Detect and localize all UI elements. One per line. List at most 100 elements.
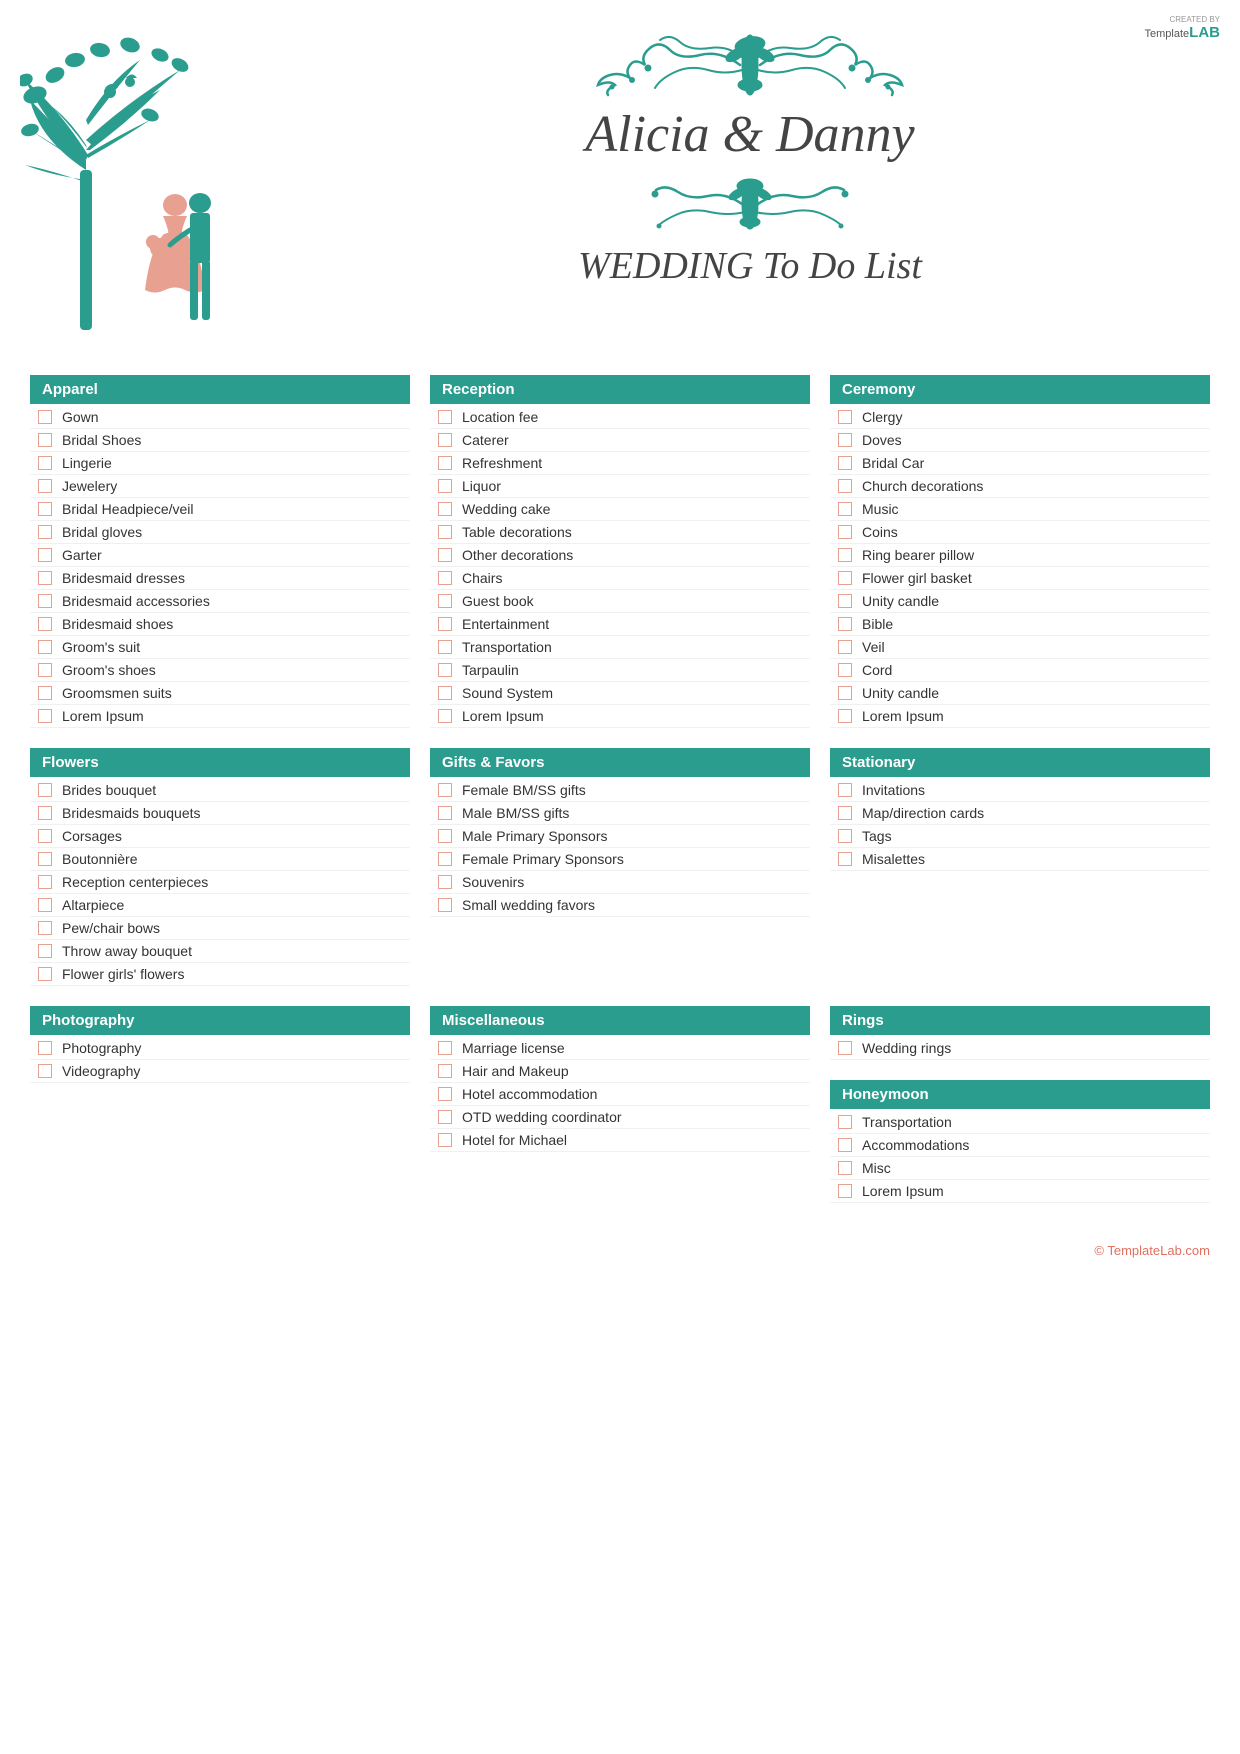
checkbox[interactable] <box>838 709 852 723</box>
list-item: Jewelery <box>30 475 410 498</box>
list-item: Bridal Car <box>830 452 1210 475</box>
list-item: Misc <box>830 1157 1210 1180</box>
checkbox[interactable] <box>838 806 852 820</box>
checkbox[interactable] <box>38 548 52 562</box>
checkbox[interactable] <box>438 829 452 843</box>
checkbox[interactable] <box>438 1064 452 1078</box>
checkbox[interactable] <box>438 617 452 631</box>
checkbox[interactable] <box>438 852 452 866</box>
checkbox[interactable] <box>38 875 52 889</box>
list-item-label: Lorem Ipsum <box>862 708 944 724</box>
list-item-label: Lorem Ipsum <box>62 708 144 724</box>
checkbox[interactable] <box>438 502 452 516</box>
checkbox[interactable] <box>838 1041 852 1055</box>
category-header-flowers: Flowers <box>30 748 410 777</box>
checkbox[interactable] <box>38 967 52 981</box>
checkbox[interactable] <box>838 525 852 539</box>
checkbox[interactable] <box>38 433 52 447</box>
checkbox[interactable] <box>38 829 52 843</box>
checkbox[interactable] <box>38 617 52 631</box>
list-item: Bridesmaids bouquets <box>30 802 410 825</box>
checkbox[interactable] <box>838 502 852 516</box>
checkbox[interactable] <box>438 479 452 493</box>
checkbox[interactable] <box>838 456 852 470</box>
checkbox[interactable] <box>838 663 852 677</box>
list-item: Bridal gloves <box>30 521 410 544</box>
checkbox[interactable] <box>38 640 52 654</box>
list-item: Wedding rings <box>830 1037 1210 1060</box>
checkbox[interactable] <box>38 502 52 516</box>
checkbox[interactable] <box>38 571 52 585</box>
checkbox[interactable] <box>838 617 852 631</box>
footer: © TemplateLab.com <box>0 1233 1240 1273</box>
checkbox[interactable] <box>438 1087 452 1101</box>
checkbox[interactable] <box>38 479 52 493</box>
checkbox[interactable] <box>438 456 452 470</box>
checkbox[interactable] <box>438 663 452 677</box>
checkbox[interactable] <box>38 663 52 677</box>
checkbox[interactable] <box>438 898 452 912</box>
checkbox[interactable] <box>438 433 452 447</box>
checkbox[interactable] <box>38 525 52 539</box>
checkbox[interactable] <box>838 640 852 654</box>
checkbox[interactable] <box>438 594 452 608</box>
checkbox[interactable] <box>38 410 52 424</box>
checkbox[interactable] <box>838 410 852 424</box>
checkbox[interactable] <box>38 594 52 608</box>
checkbox[interactable] <box>38 852 52 866</box>
checkbox[interactable] <box>838 783 852 797</box>
list-item: Lorem Ipsum <box>830 1180 1210 1203</box>
checkbox[interactable] <box>838 571 852 585</box>
checkbox[interactable] <box>38 1041 52 1055</box>
checkbox[interactable] <box>38 898 52 912</box>
checkbox[interactable] <box>438 548 452 562</box>
checkbox[interactable] <box>38 1064 52 1078</box>
ornament-top-icon <box>560 30 940 100</box>
list-item: Refreshment <box>430 452 810 475</box>
list-item: Male Primary Sponsors <box>430 825 810 848</box>
list-item: Wedding cake <box>430 498 810 521</box>
list-item-label: Photography <box>62 1040 141 1056</box>
checkbox[interactable] <box>438 571 452 585</box>
checkbox[interactable] <box>38 456 52 470</box>
checkbox[interactable] <box>438 1110 452 1124</box>
list-item-label: Bridal Headpiece/veil <box>62 501 194 517</box>
list-item-label: Sound System <box>462 685 553 701</box>
list-item-label: Flower girl basket <box>862 570 972 586</box>
list-item-label: Brides bouquet <box>62 782 156 798</box>
checkbox[interactable] <box>438 525 452 539</box>
checkbox[interactable] <box>438 709 452 723</box>
checkbox[interactable] <box>838 1184 852 1198</box>
checkbox[interactable] <box>838 1161 852 1175</box>
checkbox[interactable] <box>38 709 52 723</box>
header-right: Alicia & Danny WEDDING To Do List <box>300 20 1200 293</box>
list-item-label: Corsages <box>62 828 122 844</box>
checkbox[interactable] <box>438 806 452 820</box>
checkbox[interactable] <box>838 1115 852 1129</box>
list-item-label: Groomsmen suits <box>62 685 172 701</box>
checkbox[interactable] <box>438 410 452 424</box>
checkbox[interactable] <box>838 548 852 562</box>
checkbox[interactable] <box>438 875 452 889</box>
checkbox[interactable] <box>38 806 52 820</box>
checkbox[interactable] <box>438 1041 452 1055</box>
checkbox[interactable] <box>838 479 852 493</box>
checkbox[interactable] <box>838 1138 852 1152</box>
checkbox[interactable] <box>838 852 852 866</box>
category-miscellaneous: MiscellaneousMarriage licenseHair and Ma… <box>430 1006 810 1152</box>
checkbox[interactable] <box>438 1133 452 1147</box>
checkbox[interactable] <box>838 594 852 608</box>
checkbox[interactable] <box>38 783 52 797</box>
checkbox[interactable] <box>438 640 452 654</box>
checkbox[interactable] <box>838 686 852 700</box>
checkbox[interactable] <box>38 944 52 958</box>
checkbox[interactable] <box>838 829 852 843</box>
category-header-reception: Reception <box>430 375 810 404</box>
checkbox[interactable] <box>38 921 52 935</box>
checkbox[interactable] <box>438 783 452 797</box>
checkbox[interactable] <box>438 686 452 700</box>
list-item: Reception centerpieces <box>30 871 410 894</box>
list-item-label: Cord <box>862 662 892 678</box>
checkbox[interactable] <box>838 433 852 447</box>
checkbox[interactable] <box>38 686 52 700</box>
